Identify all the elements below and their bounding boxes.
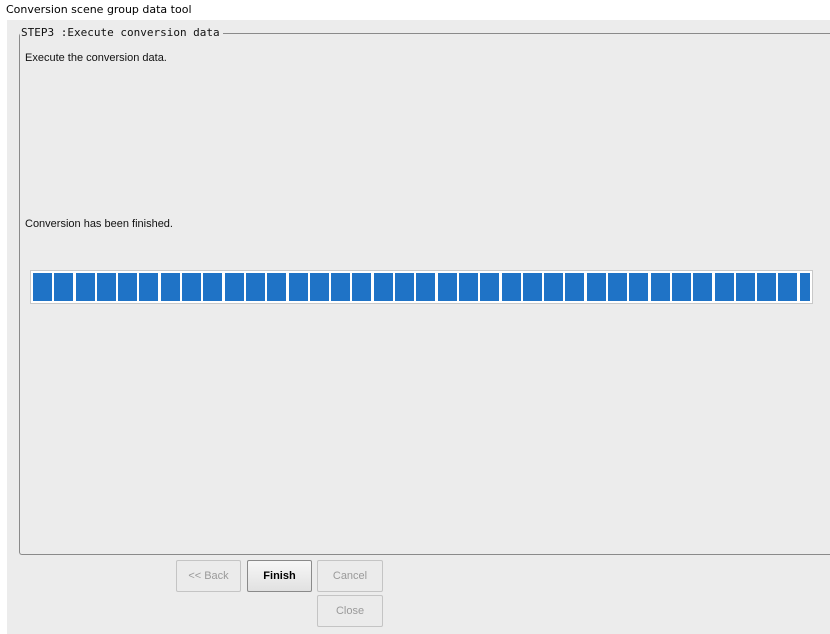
progress-segment xyxy=(608,273,628,301)
progress-segment xyxy=(331,273,351,301)
progress-segment xyxy=(799,273,810,301)
progress-segment xyxy=(182,273,202,301)
progress-segment xyxy=(671,273,691,301)
progress-segment xyxy=(565,273,585,301)
progress-segment xyxy=(544,273,564,301)
progress-segment xyxy=(309,273,329,301)
progress-segment xyxy=(522,273,542,301)
progress-segment xyxy=(33,273,52,301)
progress-segment xyxy=(160,273,180,301)
dialog-client-area: STEP3 :Execute conversion data Execute t… xyxy=(7,20,830,634)
progress-segment xyxy=(416,273,436,301)
progress-fill xyxy=(33,273,810,301)
close-button[interactable]: Close xyxy=(317,595,383,627)
progress-segment xyxy=(352,273,372,301)
progress-segment xyxy=(501,273,521,301)
progress-segment xyxy=(458,273,478,301)
progress-segment xyxy=(735,273,755,301)
progress-segment xyxy=(629,273,649,301)
progress-segment xyxy=(54,273,74,301)
progress-segment xyxy=(118,273,138,301)
progress-segment xyxy=(714,273,734,301)
step-description: Execute the conversion data. xyxy=(25,52,167,64)
progress-segment xyxy=(778,273,798,301)
progress-segment xyxy=(693,273,713,301)
conversion-status: Conversion has been finished. xyxy=(25,218,173,230)
progress-segment xyxy=(373,273,393,301)
finish-button[interactable]: Finish xyxy=(247,560,312,592)
conversion-progress-bar xyxy=(30,270,813,304)
cancel-button[interactable]: Cancel xyxy=(317,560,383,592)
progress-segment xyxy=(437,273,457,301)
progress-segment xyxy=(267,273,287,301)
progress-segment xyxy=(224,273,244,301)
progress-segment xyxy=(650,273,670,301)
progress-segment xyxy=(75,273,95,301)
window-title: Conversion scene group data tool xyxy=(0,0,830,20)
progress-segment xyxy=(288,273,308,301)
step-legend: STEP3 :Execute conversion data xyxy=(20,26,223,40)
progress-segment xyxy=(757,273,777,301)
progress-segment xyxy=(139,273,159,301)
progress-segment xyxy=(203,273,223,301)
progress-segment xyxy=(395,273,415,301)
progress-segment xyxy=(480,273,500,301)
progress-segment xyxy=(245,273,265,301)
progress-segment xyxy=(96,273,116,301)
progress-segment xyxy=(586,273,606,301)
back-button[interactable]: << Back xyxy=(176,560,241,592)
